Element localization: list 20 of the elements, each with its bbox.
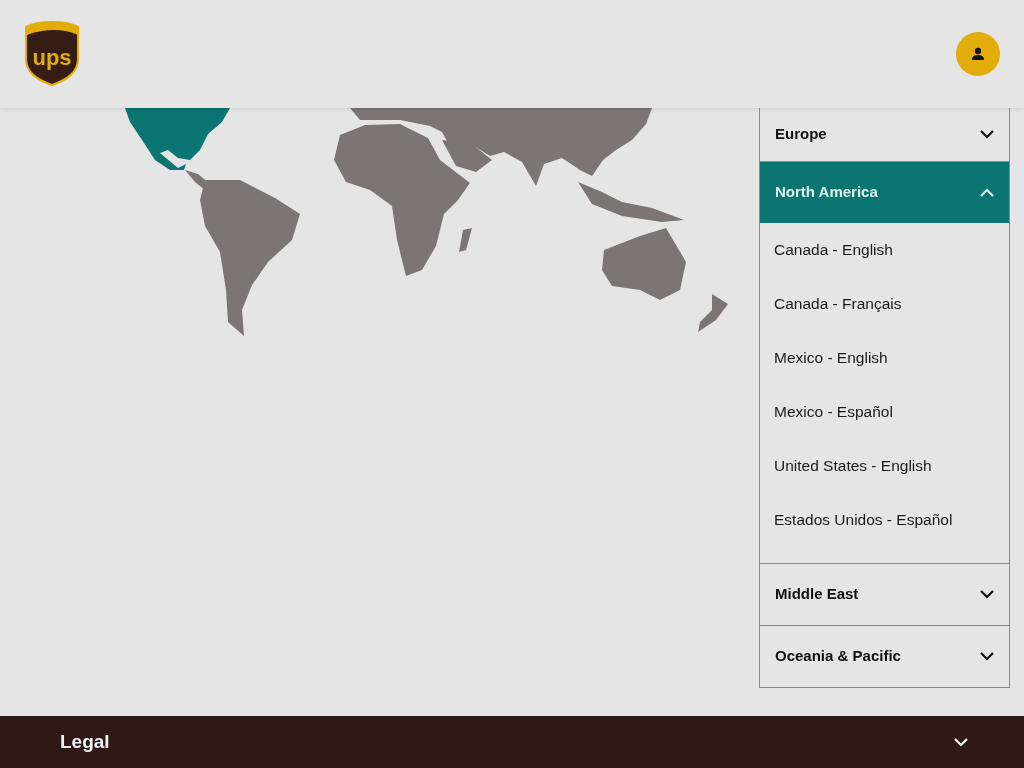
chevron-up-icon	[980, 188, 994, 197]
country-language-link[interactable]: United States - English	[760, 439, 1009, 493]
chevron-down-icon	[980, 130, 994, 139]
country-language-link[interactable]: Canada - English	[760, 223, 1009, 277]
person-icon	[971, 47, 985, 61]
account-button[interactable]	[956, 32, 1000, 76]
region-accordion-header[interactable]: Europe	[760, 108, 1009, 161]
region-accordion-header[interactable]: Oceania & Pacific	[760, 625, 1009, 687]
country-language-link[interactable]: Mexico - Español	[760, 385, 1009, 439]
ups-logo[interactable]: ups	[24, 21, 80, 87]
chevron-down-icon[interactable]	[954, 737, 968, 747]
country-language-link[interactable]: Estados Unidos - Español	[760, 493, 1009, 547]
chevron-down-icon	[980, 652, 994, 661]
country-language-link[interactable]: Mexico - English	[760, 331, 1009, 385]
chevron-down-icon	[980, 590, 994, 599]
world-map-drawing[interactable]	[125, 108, 728, 336]
region-accordion-header[interactable]: North America	[760, 161, 1009, 223]
country-language-link[interactable]: Canada - Français	[760, 277, 1009, 331]
footer-section-title: Legal	[60, 729, 110, 754]
region-accordion-header[interactable]: Middle East	[760, 563, 1009, 625]
